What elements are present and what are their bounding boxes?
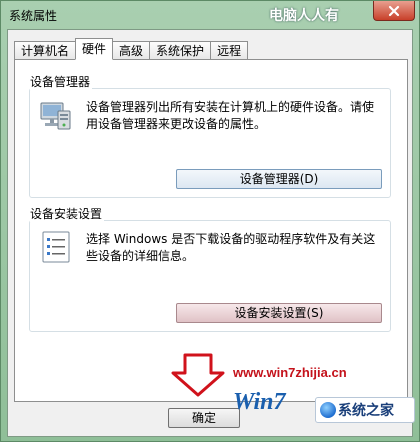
device-install-settings-button[interactable]: 设备安装设置(S) (176, 303, 382, 323)
tab-computer-name[interactable]: 计算机名 (14, 41, 77, 60)
device-install-group-label: 设备安装设置 (30, 205, 105, 222)
watermark-badge: 系统之家 (315, 397, 415, 423)
ok-button[interactable]: 确定 (168, 408, 240, 428)
close-button[interactable] (373, 1, 415, 21)
tab-strip: 计算机名 硬件 高级 系统保护 远程 (14, 38, 249, 60)
tab-system-protection[interactable]: 系统保护 (149, 41, 212, 60)
device-manager-group-label: 设备管理器 (30, 73, 93, 90)
checklist-icon (42, 231, 70, 263)
watermark-logo-text: Win7 (233, 389, 286, 415)
close-icon (388, 5, 400, 16)
device-install-group: 设备安装设置 选择 Windows 是否下载设备的驱动程序软件及有关这些设备的详… (29, 205, 391, 332)
watermark-badge-text: 系统之家 (338, 403, 394, 419)
tab-remote[interactable]: 远程 (210, 41, 249, 60)
title-bar[interactable]: 系统属性 电脑人人有 (1, 1, 419, 29)
device-manager-icon (40, 102, 71, 130)
watermark-top-text: 电脑人人有 (269, 8, 339, 24)
tab-hardware[interactable]: 硬件 (75, 38, 114, 60)
device-manager-description: 设备管理器列出所有安装在计算机上的硬件设备。请使用设备管理器来更改设备的属性。 (86, 100, 375, 131)
device-manager-button[interactable]: 设备管理器(D) (176, 169, 382, 189)
window-title: 系统属性 (9, 9, 58, 23)
logo-ball-icon (320, 402, 336, 418)
hardware-tab-panel: 设备管理器 设备管理器列出所有安装在计算机上的硬件设备。请使用设备管理器来更改设… (14, 59, 408, 402)
tab-advanced[interactable]: 高级 (112, 41, 151, 60)
device-manager-group: 设备管理器 设备管理器列出所有安装在计算机上的硬件设备。请使用设备管理器来更改设… (29, 73, 391, 198)
system-properties-window: 系统属性 电脑人人有 计算机名 硬件 高级 系统保护 远程 设备管理器 设备管理… (0, 0, 420, 442)
down-arrow-icon (171, 353, 225, 397)
watermark-url: www.win7zhijia.cn (233, 365, 347, 380)
device-install-description: 选择 Windows 是否下载设备的驱动程序软件及有关这些设备的详细信息。 (86, 232, 376, 263)
